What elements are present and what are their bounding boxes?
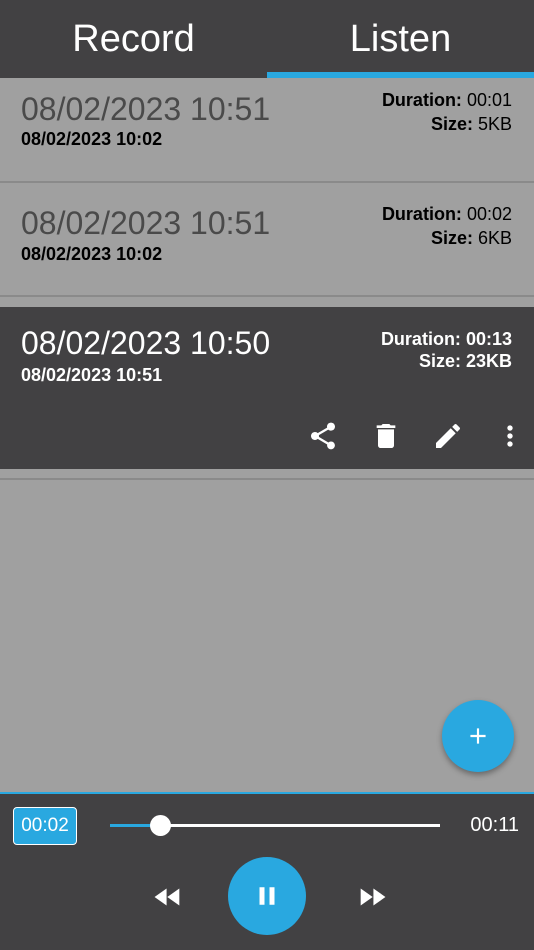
rewind-button[interactable] (148, 879, 188, 915)
fast-forward-icon (360, 888, 386, 906)
duration-label: Duration: (381, 90, 462, 110)
size-value: 23KB (465, 351, 512, 371)
size-value: 5KB (477, 114, 512, 134)
current-time: 00:02 (13, 807, 77, 845)
recording-item[interactable]: 08/02/2023 10:51 08/02/2023 10:02 Durati… (0, 78, 534, 181)
recording-item-selected[interactable]: 08/02/2023 10:50 08/02/2023 10:51 Durati… (0, 307, 534, 469)
recording-title: 08/02/2023 10:50 (21, 325, 271, 361)
rewind-icon (154, 888, 180, 906)
seek-bar-thumb[interactable] (149, 815, 171, 836)
tab-listen-label: Listen (349, 17, 452, 60)
recording-title: 08/02/2023 10:51 (21, 205, 271, 241)
recording-subtitle: 08/02/2023 10:02 (21, 244, 163, 264)
recording-subtitle: 08/02/2023 10:02 (21, 129, 163, 149)
edit-icon (436, 423, 461, 448)
edit-button[interactable] (428, 416, 468, 456)
more-options-button[interactable] (490, 416, 530, 456)
tab-listen[interactable]: Listen (267, 0, 534, 78)
add-recording-button[interactable] (442, 700, 514, 772)
total-time: 00:11 (470, 814, 519, 836)
recording-meta: Duration: 00:13 Size: 23KB (381, 328, 512, 372)
delete-icon (376, 424, 396, 448)
audio-player: 00:02 00:11 (0, 792, 534, 950)
recording-subtitle: 08/02/2023 10:51 (21, 365, 163, 385)
duration-label: Duration: (381, 204, 462, 224)
fast-forward-button[interactable] (352, 879, 392, 915)
recording-meta: Duration: 00:01 Size: 5KB (382, 88, 512, 136)
recording-meta: Duration: 00:02 Size: 6KB (382, 202, 512, 250)
tab-record[interactable]: Record (0, 0, 267, 78)
more-vert-icon (507, 425, 513, 447)
duration-label: Duration: (380, 329, 461, 349)
plus-icon (470, 728, 486, 744)
recording-item[interactable]: 08/02/2023 10:51 08/02/2023 10:02 Durati… (0, 183, 534, 295)
size-label: Size: (418, 351, 461, 371)
pause-button[interactable] (228, 857, 306, 935)
list-divider (0, 295, 534, 297)
recording-title: 08/02/2023 10:51 (21, 91, 271, 127)
duration-value: 00:02 (466, 204, 512, 224)
pause-icon (259, 887, 275, 905)
list-divider (0, 478, 534, 480)
duration-value: 00:01 (466, 90, 512, 110)
seek-bar[interactable] (110, 815, 440, 836)
delete-button[interactable] (366, 416, 406, 456)
share-icon (311, 422, 335, 450)
size-label: Size: (430, 114, 473, 134)
share-button[interactable] (303, 416, 343, 456)
tab-bar: Record Listen (0, 0, 534, 78)
size-label: Size: (430, 228, 473, 248)
duration-value: 00:13 (465, 329, 512, 349)
tab-record-label: Record (72, 17, 195, 60)
size-value: 6KB (477, 228, 512, 248)
